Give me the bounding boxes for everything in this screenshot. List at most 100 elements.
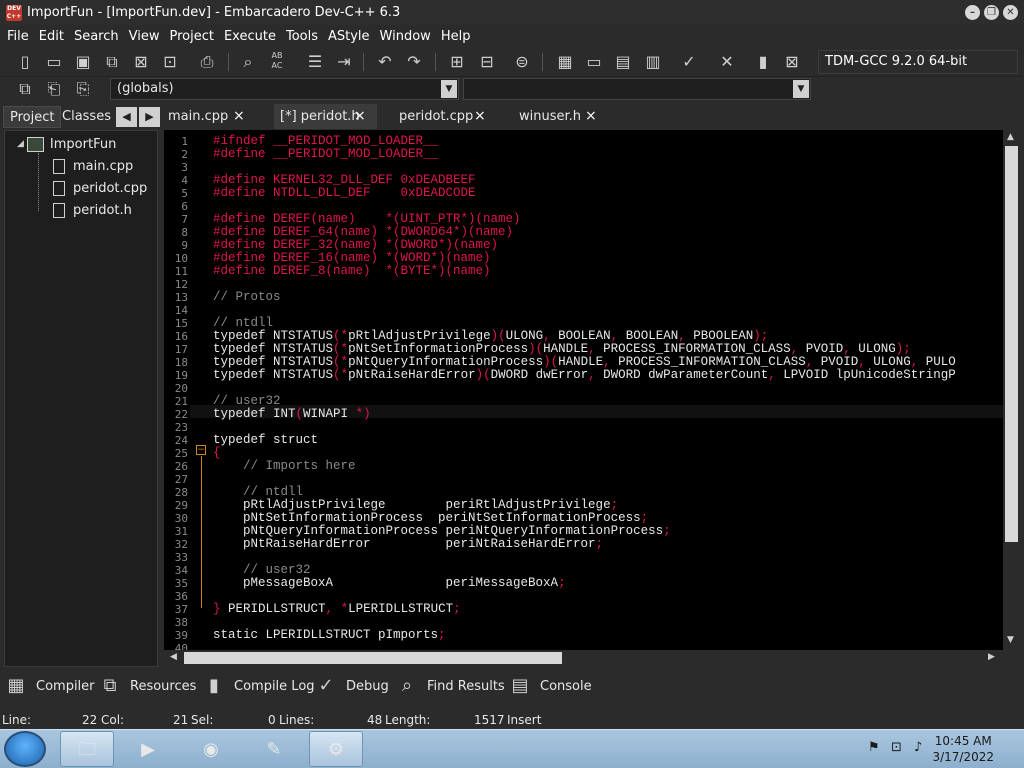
tree-file-item[interactable]: main.cpp [53,156,133,176]
code-line[interactable]: pNtRaiseHardError periNtRaiseHardError; [213,538,603,551]
save-icon[interactable]: ▣ [72,51,94,73]
scroll-right-icon[interactable]: ▶ [988,652,995,662]
code-line[interactable]: static LPERIDLLSTRUCT pImports; [213,629,446,642]
fold-toggle-icon[interactable]: − [196,445,206,455]
stop-execution-icon[interactable]: ✕ [716,51,738,73]
menu-file[interactable]: File [2,29,34,44]
close-icon[interactable]: × [354,104,366,129]
open-folder-icon[interactable]: ▭ [43,51,65,73]
code-line[interactable]: typedef NTSTATUS(*pNtRaiseHardError)(DWO… [213,369,956,382]
compile-icon[interactable]: ▦ [554,51,576,73]
close-icon[interactable]: × [585,104,597,129]
explorer-taskbar-icon[interactable]: 🗀 [60,731,114,767]
project-options-icon[interactable]: ⊜ [511,51,533,73]
devcpp-taskbar-icon[interactable]: ⚙ [309,731,363,767]
horizontal-scroll-thumb[interactable] [184,652,562,664]
save-all-icon[interactable]: ⧉ [101,51,123,73]
remove-project-icon[interactable]: ⊟ [476,51,498,73]
class-select[interactable]: (globals) ▼ [110,78,459,100]
chevron-right-icon[interactable]: ▶ [139,107,160,127]
tab-find-results[interactable]: ⌕ Find Results [395,670,505,702]
function-select[interactable]: ▼ [463,78,811,100]
replace-icon[interactable]: AB AC [266,51,288,73]
close-icon[interactable]: × [474,104,486,129]
undo-icon[interactable]: ↶ [374,51,396,73]
volume-icon[interactable]: ♪ [914,740,922,755]
tab-resources[interactable]: ⧉ Resources [98,670,197,702]
network-icon[interactable]: ⊡ [891,740,902,755]
restore-icon[interactable]: ❐ [984,5,999,20]
close-icon[interactable]: ✕ [1003,5,1018,20]
horizontal-scrollbar[interactable]: ◀ ▶ [164,650,1003,666]
close-all-icon[interactable]: ⊡ [159,51,181,73]
new-project-icon[interactable]: ⊞ [446,51,468,73]
scroll-left-icon[interactable]: ◀ [170,652,177,662]
code-line[interactable]: // Protos [213,291,281,304]
tab-main-cpp[interactable]: main.cpp × [162,104,268,129]
network-error-icon[interactable]: ⚑ [868,740,880,755]
start-button-icon[interactable] [4,731,46,767]
menu-view[interactable]: View [124,29,165,44]
code-line[interactable]: // Imports here [213,460,356,473]
code-line[interactable]: #define __PERIDOT_MOD_LOADER__ [213,148,438,161]
menu-project[interactable]: Project [164,29,218,44]
print-icon[interactable]: ⎙ [196,51,218,73]
bookmark-toggle-icon[interactable]: ⇥ [333,51,355,73]
find-icon[interactable]: ⌕ [237,51,259,73]
tab-debug[interactable]: ✓ Debug [314,670,388,702]
tab-peridot-h[interactable]: [*] peridot.h × [274,104,377,129]
code-line[interactable]: typedef INT(WINAPI *) [213,408,371,421]
rebuild-icon[interactable]: ▥ [642,51,664,73]
tree-file-item[interactable]: peridot.h [53,200,132,220]
scroll-up-icon[interactable]: ▲ [1007,132,1014,142]
tab-console[interactable]: ▤ Console [508,670,591,702]
compiler-select[interactable]: TDM-GCC 9.2.0 64-bit Release [818,50,1018,91]
tab-project[interactable]: Project [3,106,62,128]
insert-icon[interactable]: ⧉ [14,78,36,100]
media-player-taskbar-icon[interactable]: ▶ [121,731,175,767]
compile-run-icon[interactable]: ▤ [612,51,634,73]
menu-edit[interactable]: Edit [34,29,69,44]
chevron-down-icon[interactable]: ▼ [441,80,457,98]
close-icon[interactable]: × [233,104,245,129]
tab-winuser-h[interactable]: winuser.h × [513,104,603,129]
minimize-icon[interactable]: – [965,5,980,20]
close-file-icon[interactable]: ⊠ [130,51,152,73]
tab-classes[interactable]: Classes [56,106,117,128]
goto-bookmark-icon[interactable]: ⎘ [72,78,94,100]
chrome-taskbar-icon[interactable]: ◉ [184,731,238,767]
redo-icon[interactable]: ↷ [403,51,425,73]
notepad-taskbar-icon[interactable]: ✎ [247,731,301,767]
code-line[interactable]: #define DEREF_8(name) *(BYTE*)(name) [213,265,491,278]
tab-compiler[interactable]: ▦ Compiler [4,670,94,702]
menu-execute[interactable]: Execute [219,29,281,44]
menu-window[interactable]: Window [375,29,436,44]
tree-file-item[interactable]: peridot.cpp [53,178,147,198]
tab-peridot-cpp[interactable]: peridot.cpp × [393,104,493,129]
run-icon[interactable]: ▭ [583,51,605,73]
menu-search[interactable]: Search [69,29,124,44]
toggle-bookmark-icon[interactable]: ⎗ [43,78,65,100]
menu-help[interactable]: Help [436,29,476,44]
code-editor[interactable]: 1 2 3 4 5 6 7 8 9 10 11 12 13 14 15 16 17 18 19 20 21 22 23 24 2… [164,130,1003,650]
tree-project-node[interactable]: ◢ ImportFun [17,134,116,154]
code-line[interactable]: typedef struct [213,434,318,447]
tab-compile-log[interactable]: ▮ Compile Log [202,670,314,702]
profile-icon[interactable]: ▮ [752,51,774,73]
code-line[interactable]: } PERIDLLSTRUCT, *LPERIDLLSTRUCT; [213,603,461,616]
vertical-scroll-thumb[interactable] [1005,146,1018,542]
scroll-down-icon[interactable]: ▼ [1007,635,1014,645]
code-line[interactable]: pMessageBoxA periMessageBoxA; [213,577,566,590]
code-line[interactable]: #define NTDLL_DLL_DEF 0xDEADCODE [213,187,476,200]
goto-line-icon[interactable]: ☰ [304,51,326,73]
chevron-down-icon[interactable]: ▼ [793,80,809,98]
expand-arrow-icon[interactable]: ◢ [17,139,24,149]
new-file-icon[interactable]: ▯ [14,51,36,73]
menu-tools[interactable]: Tools [281,29,323,44]
chevron-left-icon[interactable]: ◀ [116,107,137,127]
taskbar-clock[interactable]: 10:45 AM 3/17/2022 [932,733,994,765]
delete-profile-icon[interactable]: ⊠ [781,51,803,73]
menu-astyle[interactable]: AStyle [323,29,375,44]
syntax-check-icon[interactable]: ✓ [678,51,700,73]
vertical-scrollbar[interactable]: ▲ ▼ [1003,130,1020,650]
